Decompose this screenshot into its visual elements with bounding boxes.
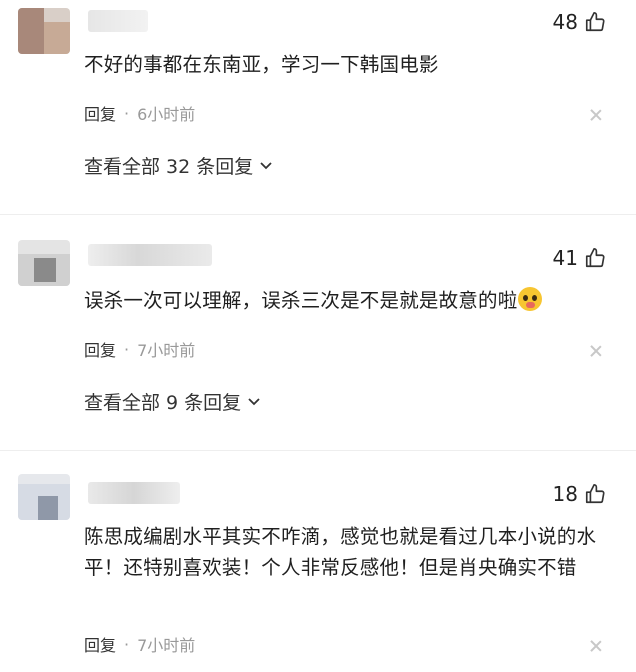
close-icon[interactable] (590, 109, 602, 121)
view-all-replies-button[interactable]: 查看全部 32 条回复 (84, 152, 273, 179)
username-blurred[interactable] (88, 244, 212, 266)
like-button[interactable]: 48 (553, 10, 606, 34)
view-all-replies-button[interactable]: 查看全部 9 条回复 (84, 388, 261, 415)
like-count: 48 (552, 10, 578, 34)
thumbs-up-icon (585, 248, 605, 268)
like-count: 18 (552, 482, 578, 506)
chevron-down-icon (260, 161, 272, 169)
face-with-hand-over-mouth-icon (518, 287, 543, 311)
reply-button[interactable]: 回复 (84, 101, 116, 125)
view-all-replies-label: 查看全部 9 条回复 (84, 392, 242, 414)
comment-meta: 回复 · 7小时前 (84, 632, 195, 656)
avatar[interactable] (18, 240, 70, 286)
timestamp: 6小时前 (137, 105, 196, 124)
close-icon[interactable] (590, 640, 602, 652)
like-button[interactable]: 18 (553, 482, 606, 506)
reply-button[interactable]: 回复 (84, 337, 116, 361)
username-blurred[interactable] (88, 10, 148, 32)
thumbs-up-icon (585, 12, 605, 32)
separator: · (124, 339, 130, 359)
divider (0, 214, 636, 215)
comment-meta: 回复 · 7小时前 (84, 337, 195, 361)
avatar[interactable] (18, 8, 70, 54)
close-icon[interactable] (590, 345, 602, 357)
like-count: 41 (552, 246, 578, 270)
avatar[interactable] (18, 474, 70, 520)
thumbs-up-icon (585, 484, 605, 504)
comment-text-content: 误杀一次可以理解，误杀三次是不是就是故意的啦 (84, 289, 518, 312)
comment-text: 误杀一次可以理解，误杀三次是不是就是故意的啦 (84, 285, 624, 316)
username-blurred[interactable] (88, 482, 180, 504)
chevron-down-icon (248, 397, 260, 405)
comment-meta: 回复 · 6小时前 (84, 101, 195, 125)
separator: · (124, 103, 130, 123)
timestamp: 7小时前 (137, 341, 196, 360)
comment-text: 不好的事都在东南亚，学习一下韩国电影 (84, 53, 439, 76)
timestamp: 7小时前 (137, 636, 196, 655)
reply-button[interactable]: 回复 (84, 632, 116, 656)
divider (0, 450, 636, 451)
view-all-replies-label: 查看全部 32 条回复 (84, 156, 254, 178)
separator: · (124, 634, 130, 654)
like-button[interactable]: 41 (553, 246, 606, 270)
comment-text: 陈思成编剧水平其实不咋滴，感觉也就是看过几本小说的水平！还特别喜欢装！个人非常反… (84, 525, 597, 579)
